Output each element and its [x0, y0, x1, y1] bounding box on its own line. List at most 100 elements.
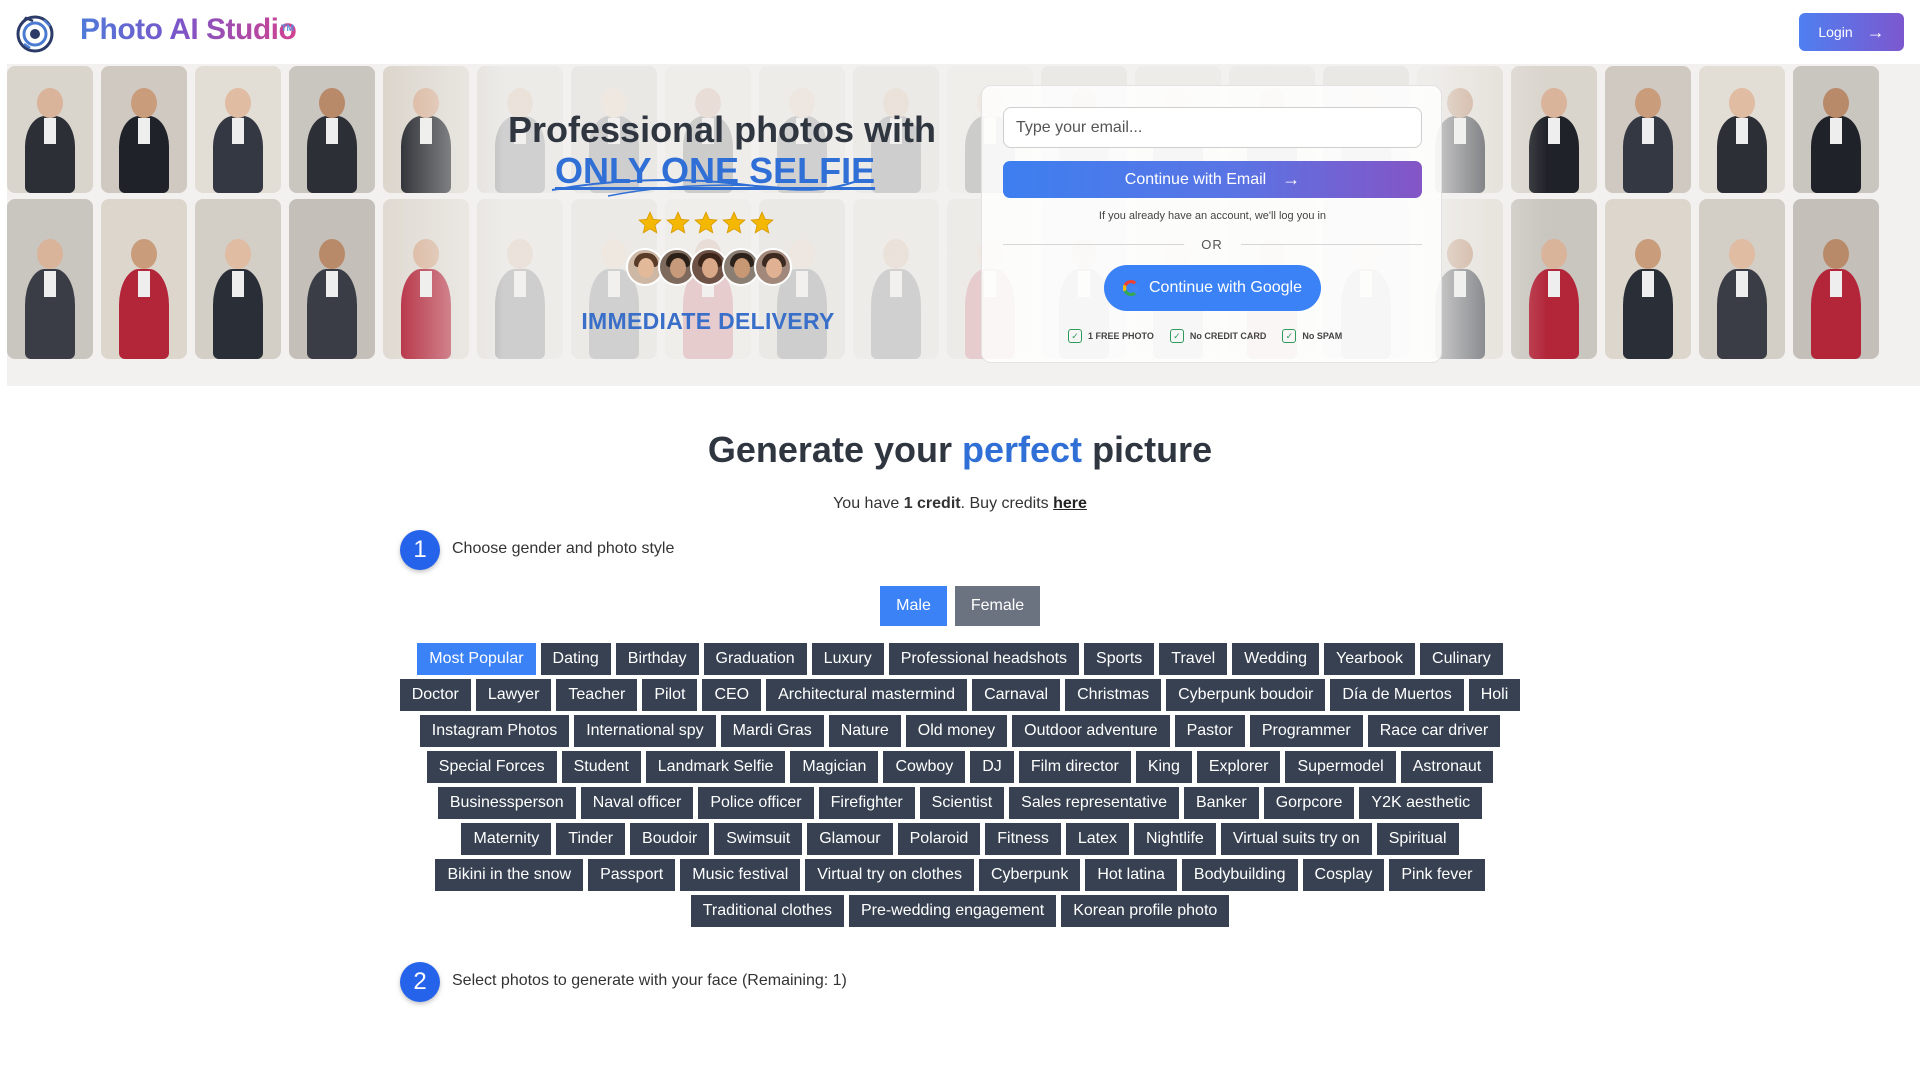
style-chip[interactable]: Film director — [1018, 751, 1131, 783]
buy-credits-link[interactable]: here — [1053, 495, 1087, 512]
style-chip[interactable]: Most Popular — [417, 643, 536, 675]
style-chip[interactable]: Traditional clothes — [690, 895, 844, 927]
style-chip[interactable]: Virtual try on clothes — [805, 859, 974, 891]
style-chip[interactable]: Cowboy — [883, 751, 966, 783]
style-chip[interactable]: Banker — [1184, 787, 1259, 819]
brand-name[interactable]: Photo AI Studio — [80, 13, 297, 47]
style-chip[interactable]: Dating — [540, 643, 611, 675]
style-chip[interactable]: Maternity — [461, 823, 552, 855]
style-chip[interactable]: Christmas — [1065, 679, 1162, 711]
style-chip[interactable]: Polaroid — [897, 823, 981, 855]
style-chip[interactable]: Old money — [905, 715, 1008, 747]
signup-card: Continue with Email → If you already hav… — [981, 85, 1442, 363]
style-chip[interactable]: Race car driver — [1367, 715, 1501, 747]
style-chip[interactable]: Pilot — [642, 679, 698, 711]
style-chip[interactable]: Firefighter — [818, 787, 915, 819]
style-chip[interactable]: Y2K aesthetic — [1359, 787, 1483, 819]
style-chip[interactable]: Korean profile photo — [1061, 895, 1230, 927]
style-chip[interactable]: Graduation — [703, 643, 807, 675]
perk-item: ✓ 1 FREE PHOTO — [1068, 329, 1154, 343]
style-chip[interactable]: Sales representative — [1009, 787, 1179, 819]
style-chip[interactable]: Birthday — [615, 643, 699, 675]
email-input[interactable] — [1003, 107, 1422, 148]
style-row: Traditional clothes Pre-wedding engagemen… — [395, 895, 1525, 927]
style-chip[interactable]: Naval officer — [580, 787, 694, 819]
style-chip[interactable]: Tinder — [556, 823, 626, 855]
style-chip[interactable]: Mardi Gras — [720, 715, 824, 747]
login-button[interactable]: Login → — [1799, 13, 1904, 51]
style-chip[interactable]: Gorpcore — [1263, 787, 1355, 819]
style-chip[interactable]: Yearbook — [1324, 643, 1416, 675]
style-chip[interactable]: Cosplay — [1302, 859, 1385, 891]
style-chip[interactable]: Scientist — [919, 787, 1005, 819]
style-chip[interactable]: Latex — [1065, 823, 1129, 855]
style-chip[interactable]: Police officer — [698, 787, 814, 819]
style-chip[interactable]: Cyberpunk boudoir — [1166, 679, 1326, 711]
generator-title-end: picture — [1092, 429, 1213, 470]
style-chip[interactable]: Special Forces — [426, 751, 557, 783]
style-chip[interactable]: Hot latina — [1085, 859, 1177, 891]
arrow-right-icon: → — [1282, 169, 1301, 189]
style-chip[interactable]: Teacher — [556, 679, 638, 711]
style-chip[interactable]: Outdoor adventure — [1012, 715, 1170, 747]
gender-male-button[interactable]: Male — [880, 586, 947, 626]
style-chip[interactable]: Lawyer — [475, 679, 552, 711]
style-chip[interactable]: Día de Muertos — [1330, 679, 1464, 711]
style-chip[interactable]: Spiritual — [1376, 823, 1459, 855]
style-chip[interactable]: Magician — [790, 751, 879, 783]
step-2-label: Select photos to generate with your face… — [452, 972, 847, 989]
continue-with-google-button[interactable]: Continue with Google — [1104, 265, 1321, 311]
style-chip[interactable]: Cyberpunk — [978, 859, 1081, 891]
style-chip[interactable]: Carnaval — [972, 679, 1061, 711]
style-chip[interactable]: Fitness — [985, 823, 1061, 855]
style-chip[interactable]: Holi — [1468, 679, 1521, 711]
style-chip[interactable]: Glamour — [807, 823, 893, 855]
style-row: Doctor Lawyer Teacher Pilot CEO Architectural… — [395, 679, 1525, 711]
hero-title: Professional photos with — [508, 109, 937, 150]
top-bar: Photo AI Studio TM Login → — [0, 0, 1920, 64]
style-chip[interactable]: Landmark Selfie — [645, 751, 786, 783]
style-chip[interactable]: Virtual suits try on — [1220, 823, 1372, 855]
credit-prefix: You have — [833, 495, 900, 512]
style-chip[interactable]: Professional headshots — [888, 643, 1080, 675]
style-chip[interactable]: Culinary — [1420, 643, 1503, 675]
style-chip[interactable]: Passport — [588, 859, 676, 891]
style-chip[interactable]: Astronaut — [1400, 751, 1494, 783]
continue-with-email-button[interactable]: Continue with Email → — [1003, 161, 1422, 198]
style-chip[interactable]: CEO — [702, 679, 762, 711]
style-chip[interactable]: International spy — [574, 715, 716, 747]
style-chip[interactable]: Travel — [1159, 643, 1228, 675]
gender-female-button[interactable]: Female — [955, 586, 1040, 626]
style-chip[interactable]: DJ — [970, 751, 1014, 783]
style-chip[interactable]: Instagram Photos — [419, 715, 570, 747]
style-chip[interactable]: Wedding — [1232, 643, 1319, 675]
style-chip[interactable]: Doctor — [399, 679, 471, 711]
style-chip[interactable]: Explorer — [1196, 751, 1281, 783]
style-chip[interactable]: Music festival — [680, 859, 801, 891]
perk-label: No CREDIT CARD — [1189, 331, 1267, 341]
style-chip[interactable]: Programmer — [1249, 715, 1363, 747]
style-chip[interactable]: Nature — [828, 715, 901, 747]
style-chip[interactable]: Pink fever — [1389, 859, 1485, 891]
hero-section: Professional photos with ONLY ONE SELFIE… — [7, 64, 1920, 386]
style-chip[interactable]: King — [1135, 751, 1192, 783]
style-chip[interactable]: Student — [561, 751, 641, 783]
style-row: Special Forces Student Landmark Selfie Magi… — [395, 751, 1525, 783]
style-chip[interactable]: Bikini in the snow — [435, 859, 584, 891]
style-chip[interactable]: Supermodel — [1285, 751, 1396, 783]
checkbox-icon: ✓ — [1169, 329, 1184, 343]
style-chip[interactable]: Architectural mastermind — [766, 679, 968, 711]
rating-stars — [637, 210, 779, 238]
style-chip[interactable]: Sports — [1084, 643, 1155, 675]
divider — [1241, 244, 1422, 245]
style-chip[interactable]: Bodybuilding — [1181, 859, 1298, 891]
style-chip[interactable]: Pastor — [1174, 715, 1245, 747]
style-chip[interactable]: Businessperson — [437, 787, 576, 819]
style-chip[interactable]: Swimsuit — [714, 823, 803, 855]
style-chip[interactable]: Nightlife — [1134, 823, 1216, 855]
credit-amount: 1 credit — [903, 495, 961, 512]
style-chip[interactable]: Pre-wedding engagement — [848, 895, 1057, 927]
style-chip[interactable]: Boudoir — [630, 823, 710, 855]
style-chip[interactable]: Luxury — [811, 643, 884, 675]
camera-aperture-icon[interactable] — [14, 12, 56, 54]
